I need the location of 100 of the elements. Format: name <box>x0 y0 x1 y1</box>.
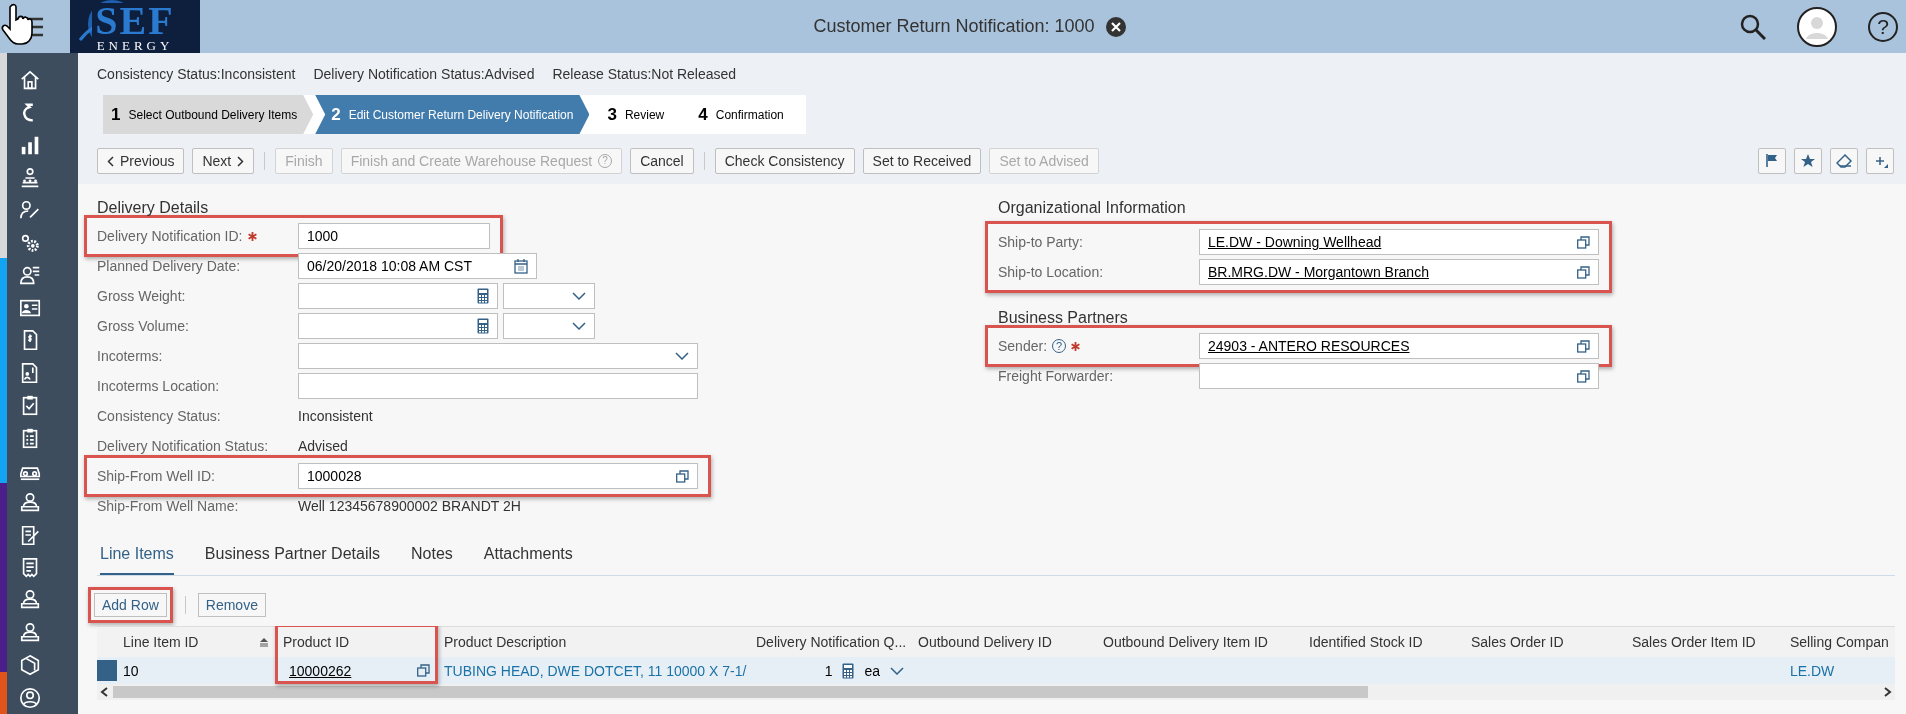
wizard-step[interactable]: 1 Select Outbound Delivery Items <box>103 95 314 134</box>
value-help-field[interactable]: 24903 - ANTERO RESOURCES <box>1199 333 1599 359</box>
toolbar-button[interactable]: Previous <box>97 148 185 174</box>
close-icon[interactable] <box>1104 15 1127 38</box>
cube-icon[interactable] <box>19 654 41 676</box>
field-label: Incoterms Location: <box>97 378 220 394</box>
value-help-icon[interactable] <box>1577 339 1590 353</box>
link-cell[interactable]: TUBING HEAD, DWE DOTCET, 11 10000 X 7-1/ <box>438 657 750 684</box>
field-label: Ship-to Party: <box>998 234 1083 250</box>
step-number: 1 <box>111 104 121 125</box>
column-header[interactable]: Sales Order ID <box>1465 627 1626 657</box>
number-field[interactable] <box>298 313 498 339</box>
link-cell[interactable]: LE.DW <box>1784 657 1895 684</box>
toolbar-button[interactable]: Next <box>192 148 255 174</box>
field-value: 1000028 <box>307 468 362 484</box>
dropdown-caret-icon[interactable] <box>890 666 904 675</box>
person-desk-icon[interactable] <box>19 491 41 514</box>
column-header[interactable]: Product Description <box>438 627 750 657</box>
field-label: Consistency Status: <box>97 408 221 424</box>
dropdown-caret-icon[interactable] <box>675 352 689 360</box>
person-pen-icon[interactable] <box>19 199 41 221</box>
field-value: Inconsistent <box>298 408 373 424</box>
toolbar-icon-button[interactable] <box>1866 148 1894 174</box>
document-pen-icon[interactable] <box>19 524 41 546</box>
eraser-icon <box>1836 153 1852 169</box>
step-number: 4 <box>698 104 708 125</box>
user-circle-icon[interactable] <box>19 686 41 709</box>
toolbar-icon-button[interactable] <box>1758 148 1786 174</box>
column-header[interactable]: Sales Order Item ID <box>1626 627 1784 657</box>
tab[interactable]: Line Items <box>100 535 174 575</box>
number-field[interactable] <box>298 283 498 309</box>
link-text[interactable]: LE.DW - Downing Wellhead <box>1208 234 1382 250</box>
value-help-field[interactable]: LE.DW - Downing Wellhead <box>1199 229 1599 255</box>
column-header[interactable]: Outbound Delivery Item ID <box>1097 627 1303 657</box>
date-field[interactable]: 06/20/2018 10:08 AM CST <box>298 253 537 279</box>
field-label: Ship-From Well ID: <box>97 468 215 484</box>
quantity-value: 1 <box>824 662 833 679</box>
toolbar-icon-button[interactable] <box>1794 148 1822 174</box>
dropdown-caret-icon[interactable] <box>572 322 586 330</box>
dropdown-caret-icon[interactable] <box>572 292 586 300</box>
input-field[interactable]: 1000 <box>298 223 490 249</box>
group-icon[interactable] <box>19 166 41 189</box>
value-help-field[interactable]: BR.MRG.DW - Morgantown Branch <box>1199 259 1599 285</box>
column-header[interactable]: Identified Stock ID <box>1303 627 1465 657</box>
field-label: Planned Delivery Date: <box>97 258 241 274</box>
field-label: Incoterms: <box>97 348 163 364</box>
toolbar-button[interactable]: Check Consistency <box>714 148 855 174</box>
flag-icon <box>1764 153 1780 169</box>
column-header[interactable]: Line Item ID <box>117 627 277 657</box>
value-help-icon[interactable] <box>676 469 689 483</box>
column-header[interactable]: Outbound Delivery ID <box>912 627 1097 657</box>
person-desk-icon[interactable] <box>19 621 41 644</box>
chevron-left-icon <box>107 155 114 167</box>
step-label: Review <box>624 107 665 122</box>
link-text[interactable]: BR.MRG.DW - Morgantown Branch <box>1208 264 1429 280</box>
section-title: Delivery Details <box>97 198 210 218</box>
value-help-icon[interactable] <box>1577 369 1590 383</box>
tab[interactable]: Business Partner Details <box>204 535 380 575</box>
input-field[interactable] <box>298 373 698 399</box>
section-title: Business Partners <box>998 308 1129 328</box>
value-help-field[interactable]: 1000028 <box>298 463 698 489</box>
person-list-icon[interactable] <box>19 264 41 286</box>
value-help-icon[interactable] <box>417 664 430 677</box>
toolbar-icon-button[interactable] <box>1830 148 1858 174</box>
status-text: Consistency Status:Inconsistent <box>97 66 296 82</box>
value-help-field[interactable] <box>1199 363 1599 389</box>
chevron-right-icon <box>237 155 245 167</box>
home-icon[interactable] <box>19 69 41 91</box>
link-text[interactable]: 10000262 <box>289 662 352 679</box>
column-header[interactable]: Delivery Notification Q... <box>750 627 912 657</box>
status-text: Release Status:Not Released <box>552 66 737 82</box>
table-button[interactable]: Remove <box>197 593 266 617</box>
calendar-icon[interactable] <box>514 258 528 274</box>
dropdown-field[interactable] <box>298 343 698 369</box>
avatar-icon[interactable] <box>1796 5 1838 48</box>
tab[interactable]: Attachments <box>483 535 573 575</box>
bar-chart-icon[interactable] <box>19 134 41 156</box>
link-text[interactable]: 24903 - ANTERO RESOURCES <box>1208 338 1410 354</box>
table-cell-text: 10 <box>122 661 140 681</box>
value-help-icon[interactable] <box>1577 235 1590 249</box>
calculator-icon <box>842 662 855 679</box>
column-header[interactable]: Selling Compan <box>1784 627 1895 657</box>
step-number: 3 <box>607 104 617 125</box>
status-text: Delivery Notification Status:Advised <box>313 66 535 82</box>
table-button[interactable]: Add Row <box>94 593 167 617</box>
column-header[interactable]: Product ID <box>277 627 438 657</box>
step-number: 2 <box>331 104 341 125</box>
search-icon[interactable] <box>1740 13 1766 40</box>
tab[interactable]: Notes <box>411 535 453 575</box>
star-icon <box>1800 153 1816 169</box>
field-label: Gross Weight: <box>97 288 186 304</box>
field-label: Freight Forwarder: <box>998 368 1114 384</box>
value-help-icon[interactable] <box>1577 265 1590 279</box>
date-value: 06/20/2018 10:08 AM CST <box>307 258 472 274</box>
scrollbar-thumb[interactable] <box>113 686 1368 698</box>
help-button[interactable]: ? <box>1868 11 1898 42</box>
person-desk-icon[interactable] <box>19 589 41 611</box>
wizard-step[interactable]: 2 Edit Customer Return Delivery Notification <box>315 95 590 134</box>
toolbar-button[interactable]: Set to Received <box>862 148 982 174</box>
toolbar-button[interactable]: Cancel <box>630 148 694 174</box>
